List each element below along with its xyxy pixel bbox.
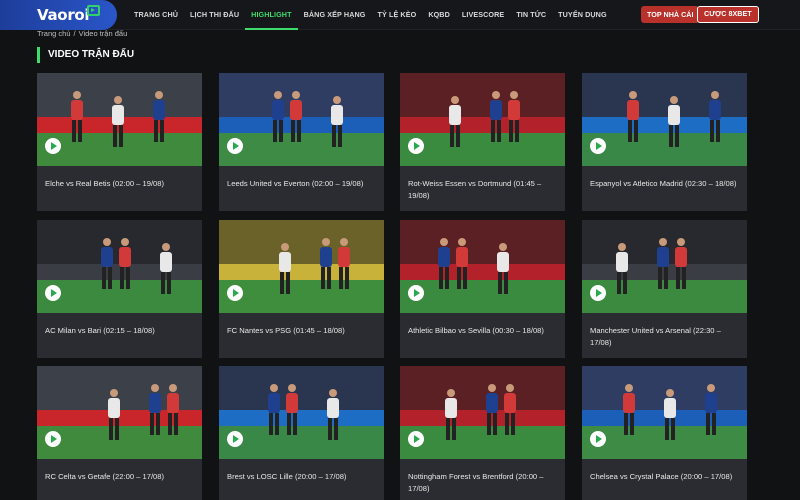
video-thumbnail[interactable]	[400, 73, 565, 166]
video-card[interactable]: Brest vs LOSC Lille (20:00 – 17/08)	[219, 366, 384, 500]
thumbnail-image	[37, 366, 202, 459]
tv-icon	[87, 5, 100, 16]
video-title[interactable]: Chelsea vs Crystal Palace (20:00 – 17/08…	[590, 471, 742, 483]
breadcrumb-home[interactable]: Trang chủ	[37, 29, 71, 38]
video-thumbnail[interactable]	[400, 220, 565, 313]
video-thumbnail[interactable]	[219, 366, 384, 459]
video-card[interactable]: Athletic Bilbao vs Sevilla (00:30 – 18/0…	[400, 220, 565, 358]
play-icon[interactable]	[408, 285, 424, 301]
video-thumbnail[interactable]	[37, 366, 202, 459]
nav-item-trang-chu[interactable]: Trang chủ	[128, 0, 184, 30]
thumbnail-image	[219, 73, 384, 166]
top-nha-cai-button[interactable]: TOP NHÀ CÁI	[641, 6, 700, 23]
breadcrumb-current: Video trận đấu	[78, 29, 128, 38]
video-title[interactable]: RC Celta vs Getafe (22:00 – 17/08)	[45, 471, 197, 483]
video-title[interactable]: Manchester United vs Arsenal (22:30 – 17…	[590, 325, 742, 349]
video-card[interactable]: AC Milan vs Bari (02:15 – 18/08)	[37, 220, 202, 358]
video-thumbnail[interactable]	[582, 366, 747, 459]
play-icon[interactable]	[45, 138, 61, 154]
video-thumbnail[interactable]	[37, 73, 202, 166]
video-title[interactable]: Nottingham Forest vs Brentford (20:00 – …	[408, 471, 560, 495]
video-title[interactable]: Athletic Bilbao vs Sevilla (00:30 – 18/0…	[408, 325, 560, 337]
nav-item-tin-tuc[interactable]: Tin tức	[510, 0, 552, 30]
play-icon[interactable]	[408, 138, 424, 154]
nav-item-bang-xep-hang[interactable]: Bảng xếp hạng	[298, 0, 372, 30]
video-card[interactable]: Espanyol vs Atletico Madrid (02:30 – 18/…	[582, 73, 747, 211]
video-title[interactable]: Espanyol vs Atletico Madrid (02:30 – 18/…	[590, 178, 742, 190]
nav-item-lich-thi-dau[interactable]: Lịch thi đấu	[184, 0, 245, 30]
nav-item-highlight[interactable]: Highlight	[245, 0, 298, 30]
thumbnail-image	[582, 366, 747, 459]
play-icon[interactable]	[590, 285, 606, 301]
main-nav: Trang chủ Lịch thi đấu Highlight Bảng xế…	[128, 0, 613, 30]
site-logo[interactable]: Vaoroi	[0, 0, 117, 30]
thumbnail-image	[582, 220, 747, 313]
video-title[interactable]: Brest vs LOSC Lille (20:00 – 17/08)	[227, 471, 379, 483]
top-header: Vaoroi Trang chủ Lịch thi đấu Highlight …	[0, 0, 800, 30]
video-card[interactable]: FC Nantes vs PSG (01:45 – 18/08)	[219, 220, 384, 358]
video-card[interactable]: Leeds United vs Everton (02:00 – 19/08)	[219, 73, 384, 211]
video-title[interactable]: AC Milan vs Bari (02:15 – 18/08)	[45, 325, 197, 337]
video-thumbnail[interactable]	[582, 73, 747, 166]
thumbnail-image	[37, 73, 202, 166]
play-icon[interactable]	[408, 431, 424, 447]
video-title[interactable]: Leeds United vs Everton (02:00 – 19/08)	[227, 178, 379, 190]
logo-text: Vaoroi	[37, 6, 90, 24]
video-card[interactable]: RC Celta vs Getafe (22:00 – 17/08)	[37, 366, 202, 500]
video-title[interactable]: Elche vs Real Betis (02:00 – 19/08)	[45, 178, 197, 190]
video-card[interactable]: Manchester United vs Arsenal (22:30 – 17…	[582, 220, 747, 358]
play-icon[interactable]	[227, 285, 243, 301]
video-card[interactable]: Rot-Weiss Essen vs Dortmund (01:45 – 19/…	[400, 73, 565, 211]
thumbnail-image	[400, 366, 565, 459]
video-thumbnail[interactable]	[219, 73, 384, 166]
video-thumbnail[interactable]	[219, 220, 384, 313]
play-icon[interactable]	[45, 431, 61, 447]
thumbnail-image	[400, 73, 565, 166]
play-icon[interactable]	[590, 431, 606, 447]
video-card[interactable]: Elche vs Real Betis (02:00 – 19/08)	[37, 73, 202, 211]
nav-item-kqbd[interactable]: KQBD	[422, 0, 456, 30]
video-thumbnail[interactable]	[582, 220, 747, 313]
video-title[interactable]: FC Nantes vs PSG (01:45 – 18/08)	[227, 325, 379, 337]
cuoc-8xbet-button[interactable]: CƯỢC 8XBET	[697, 6, 759, 23]
nav-item-livescore[interactable]: Livescore	[456, 0, 510, 30]
nav-item-ty-le-keo[interactable]: Tỷ lệ kèo	[371, 0, 422, 30]
play-icon[interactable]	[45, 285, 61, 301]
play-icon[interactable]	[227, 138, 243, 154]
section-title: VIDEO TRẬN ĐẤU	[37, 47, 134, 63]
breadcrumb-separator: /	[73, 29, 76, 38]
video-card[interactable]: Chelsea vs Crystal Palace (20:00 – 17/08…	[582, 366, 747, 500]
thumbnail-image	[400, 220, 565, 313]
video-title[interactable]: Rot-Weiss Essen vs Dortmund (01:45 – 19/…	[408, 178, 560, 202]
thumbnail-image	[219, 220, 384, 313]
video-thumbnail[interactable]	[37, 220, 202, 313]
play-icon[interactable]	[227, 431, 243, 447]
thumbnail-image	[582, 73, 747, 166]
play-icon[interactable]	[590, 138, 606, 154]
video-card[interactable]: Nottingham Forest vs Brentford (20:00 – …	[400, 366, 565, 500]
nav-item-tuyen-dung[interactable]: Tuyển dụng	[552, 0, 613, 30]
video-thumbnail[interactable]	[400, 366, 565, 459]
thumbnail-image	[37, 220, 202, 313]
thumbnail-image	[219, 366, 384, 459]
breadcrumb: Trang chủ / Video trận đấu	[37, 29, 127, 38]
